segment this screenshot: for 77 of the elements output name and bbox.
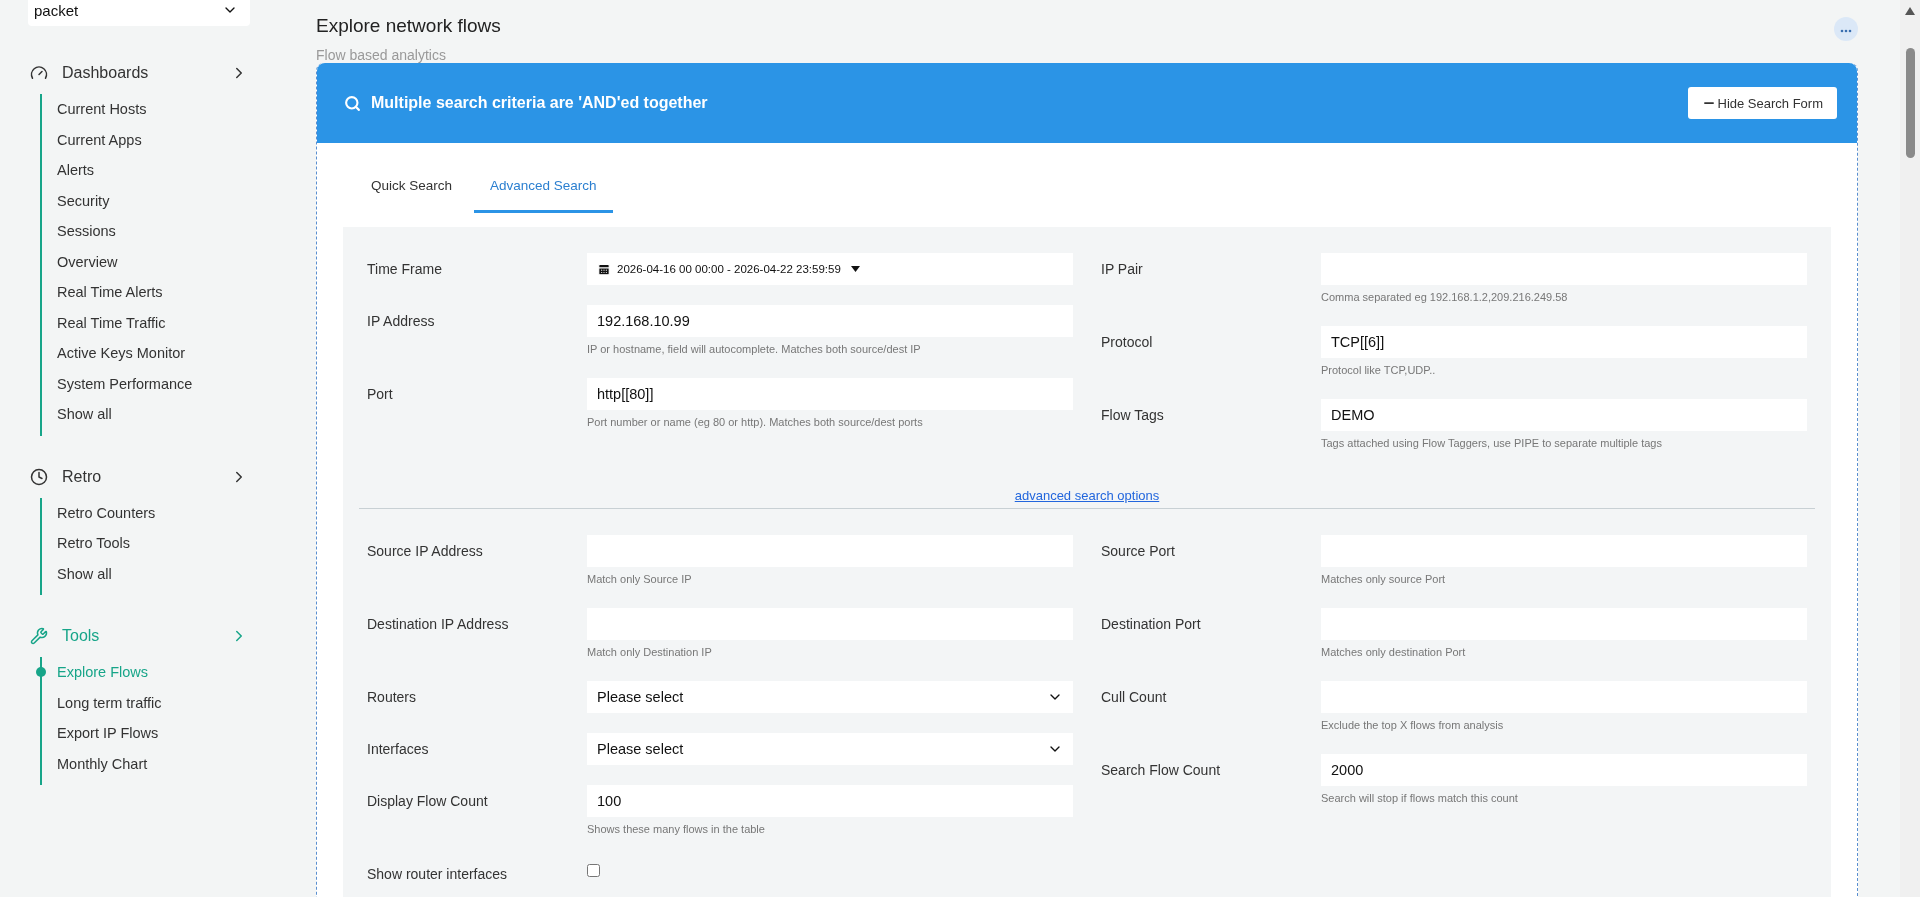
sidebar-item[interactable]: Current Apps (42, 124, 290, 155)
field-hint: Search will stop if flows match this count (1321, 792, 1519, 804)
gauge-icon (30, 64, 48, 82)
sidebar-item[interactable]: Security (42, 185, 290, 216)
tab[interactable]: Quick Search (355, 173, 469, 213)
sidebar-item[interactable]: Export IP Flows (42, 718, 290, 749)
field-hint: Matches only destination Port (1321, 646, 1467, 658)
calendar-icon (597, 262, 611, 276)
field-label: Show router interfaces (367, 865, 509, 882)
input-field[interactable]: 192.168.10.99 (587, 305, 1073, 337)
wrench-icon (30, 627, 48, 645)
sidebar-item[interactable]: Active Keys Monitor (42, 338, 290, 369)
field-label: Time Frame (367, 260, 443, 279)
page-subtitle: Flow based analytics (316, 47, 447, 63)
field-label: Search Flow Count (1101, 761, 1222, 780)
field-label: Source Port (1101, 542, 1176, 561)
sidebar-item[interactable]: Show all (42, 558, 290, 589)
select-field[interactable]: Please select (587, 681, 1073, 713)
field-hint: Port number or name (eg 80 or http). Matches both source/dest ports (587, 416, 924, 428)
sidebar-section-header[interactable]: Dashboards (30, 58, 290, 88)
field-hint: IP or hostname, field will autocomplete. Matches both source/dest IP (587, 343, 922, 355)
page-title: Explore network flows (316, 15, 501, 37)
sidebar-item[interactable]: Sessions (42, 216, 290, 247)
sidebar-item[interactable]: Long term traffic (42, 687, 290, 718)
input-field[interactable]: DEMO (1321, 399, 1807, 431)
scrollbar-thumb[interactable] (1906, 48, 1915, 158)
more-icon (1840, 29, 1852, 33)
checkbox[interactable] (587, 864, 600, 877)
sidebar-item[interactable]: Alerts (42, 155, 290, 186)
input-field[interactable]: TCP[[6]] (1321, 326, 1807, 358)
input-field[interactable]: 100 (587, 785, 1073, 817)
field-label: Destination IP Address (367, 615, 510, 634)
field-label: Source IP Address (367, 542, 484, 561)
hide-search-form-button[interactable]: Hide Search Form (1687, 87, 1837, 119)
field-hint: Tags attached using Flow Taggers, use PIPE to separate multiple tags (1321, 437, 1663, 449)
scrollbar[interactable] (1900, 0, 1920, 897)
input-field[interactable]: 2000 (1321, 754, 1807, 786)
more-options-button[interactable] (1834, 17, 1858, 41)
clock-icon (30, 467, 48, 486)
up-arrow-icon (1905, 7, 1915, 15)
field-label: IP Pair (1101, 260, 1144, 279)
sidebar-item[interactable]: System Performance (42, 368, 290, 399)
field-hint: Protocol like TCP,UDP.. (1321, 364, 1437, 376)
sidebar-item[interactable]: Current Hosts (42, 94, 290, 125)
field-hint: Comma separated eg 192.168.1.2,209.216.249.58 (1321, 291, 1569, 303)
field-label: Protocol (1101, 333, 1154, 352)
sidebar-item[interactable]: Real Time Traffic (42, 307, 290, 338)
field-label: Display Flow Count (367, 792, 489, 811)
field-label: Cull Count (1101, 688, 1168, 707)
field-hint: Match only Source IP (587, 573, 693, 585)
field-hint: Exclude the top X flows from analysis (1321, 719, 1505, 731)
tab[interactable]: Advanced Search (474, 173, 613, 213)
field-label: Interfaces (367, 740, 430, 759)
dropdown-select[interactable]: packet (28, 0, 250, 26)
sidebar-item[interactable]: Retro Tools (42, 528, 290, 559)
input-field[interactable]: http[[80]] (587, 378, 1073, 410)
sidebar-section-header[interactable]: Retro (30, 461, 290, 492)
sidebar-item[interactable]: Monthly Chart (42, 748, 290, 779)
sidebar-item[interactable]: Show all (42, 399, 290, 430)
sidebar-item[interactable]: Retro Counters (42, 497, 290, 528)
field-label: IP Address (367, 312, 436, 331)
field-label: Destination Port (1101, 615, 1202, 634)
search-icon (344, 94, 361, 112)
caret-icon (850, 266, 860, 272)
sidebar-item[interactable]: Real Time Alerts (42, 277, 290, 308)
field-hint: Shows these many flows in the table (587, 823, 766, 835)
date-range-picker[interactable]: 2026-04-16 00 00:00 - 2026-04-22 23:59:59 (587, 253, 1073, 285)
field-label: Port (367, 385, 394, 404)
field-hint: Match only Destination IP (587, 646, 713, 658)
field-hint: Matches only source Port (1321, 573, 1447, 585)
field-label: Routers (367, 688, 418, 707)
date-range-text: 2026-04-16 00 00:00 - 2026-04-22 23:59:59 (617, 263, 841, 275)
sidebar-item[interactable]: Overview (42, 246, 290, 277)
field-label: Flow Tags (1101, 406, 1165, 425)
advanced-options-link[interactable]: advanced search options (1014, 488, 1160, 503)
banner-text: Multiple search criteria are 'AND'ed together (371, 94, 708, 112)
select-field[interactable]: Please select (587, 733, 1073, 765)
